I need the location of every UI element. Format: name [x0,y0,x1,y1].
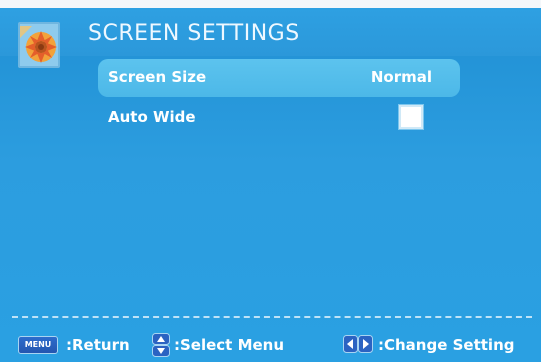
menu-item-value: Normal [370,68,432,86]
return-hint: :Return [66,336,130,354]
top-border [0,0,541,8]
up-down-arrow-icon [152,333,170,357]
page-title: SCREEN SETTINGS [88,21,300,46]
change-setting-hint: :Change Setting [378,336,515,354]
menu-item-auto-wide[interactable]: Auto Wide [98,99,460,137]
footer-hints: MENU :Return :Select Menu :Change Settin… [0,324,541,362]
sun-flower-logo-icon [18,22,60,68]
left-right-arrow-icon [343,335,373,353]
menu-item-label: Auto Wide [108,108,196,126]
osd-screen: SCREEN SETTINGS Screen Size Normal Auto … [0,0,541,362]
select-menu-hint: :Select Menu [174,336,285,354]
menu-key-icon: MENU [18,336,58,354]
menu-item-label: Screen Size [108,68,207,86]
footer-divider [12,316,532,318]
menu-item-screen-size[interactable]: Screen Size Normal [98,59,460,97]
auto-wide-checkbox[interactable] [399,105,423,129]
